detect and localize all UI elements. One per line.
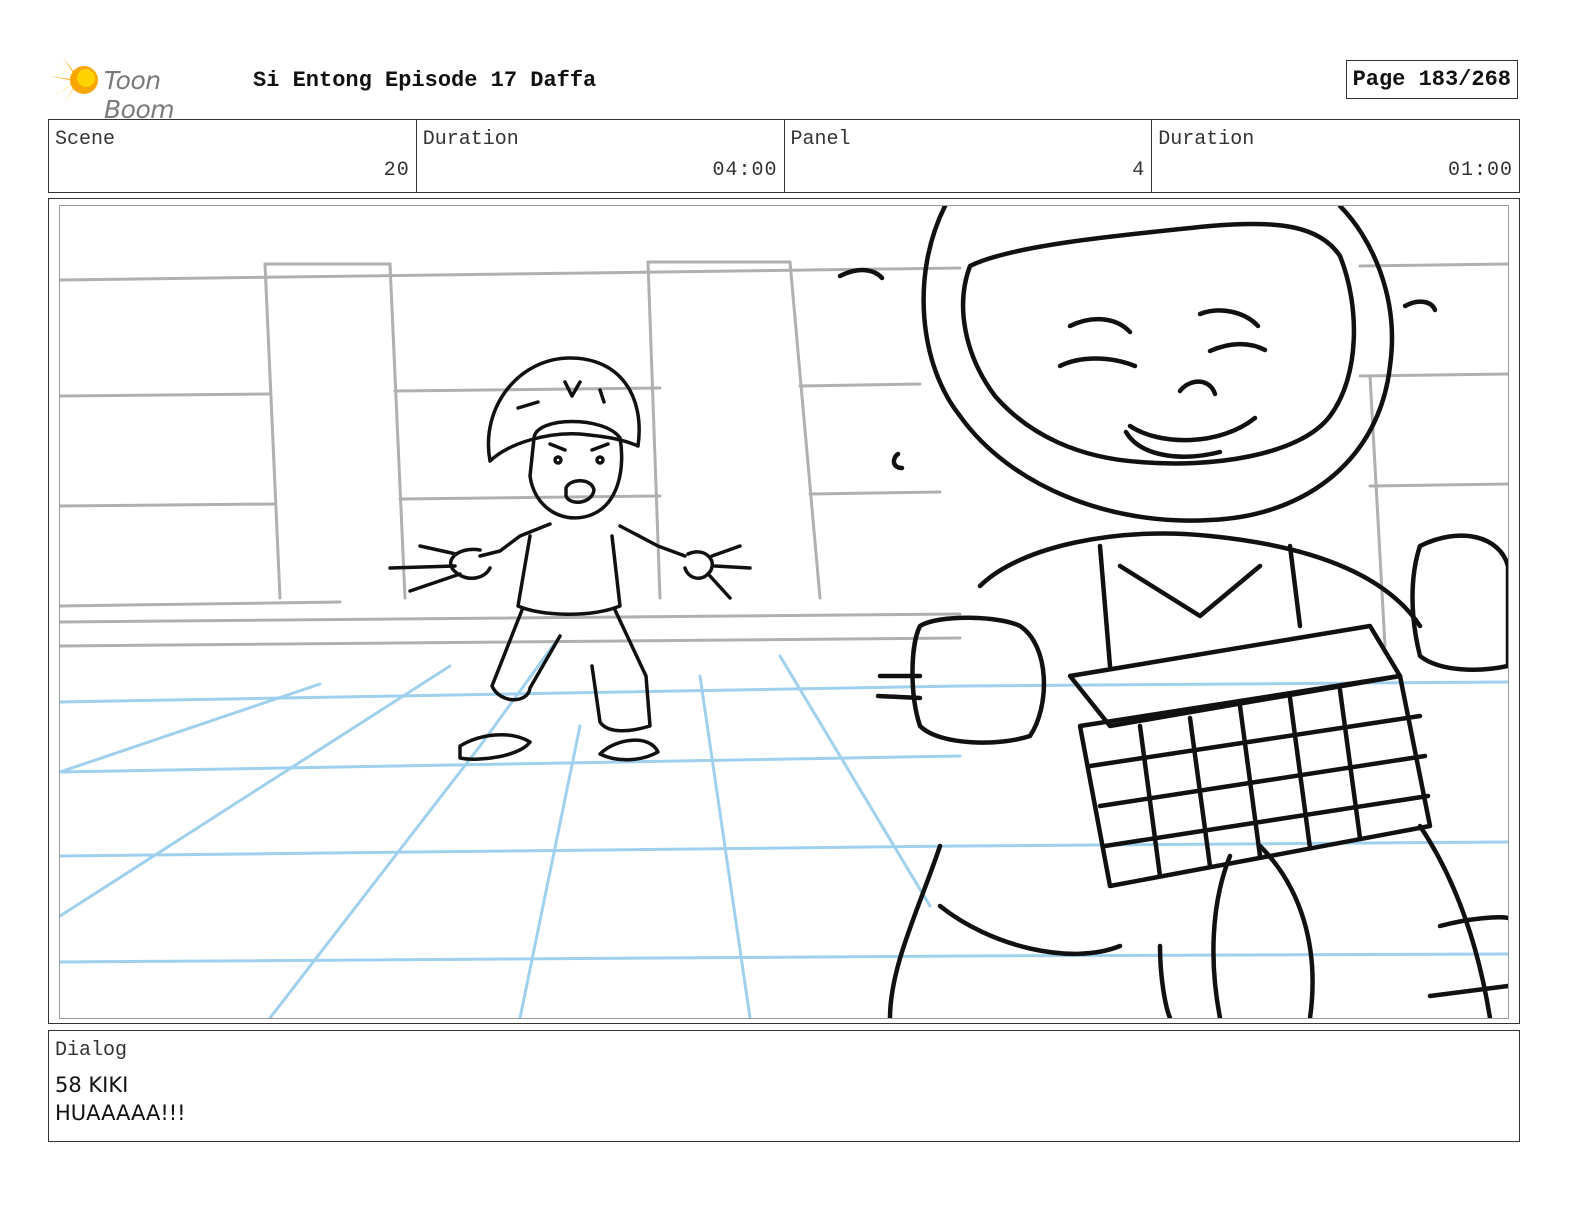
- page-indicator: Page 183/268: [1345, 60, 1518, 99]
- panel-number: 4: [1132, 159, 1146, 182]
- panel-duration-label: Duration: [1158, 128, 1255, 151]
- dialog-text: 58 KIKI HUAAAAA!!!: [55, 1071, 186, 1127]
- panel-frame: [48, 198, 1520, 1024]
- panel-drawing-area: [59, 205, 1509, 1019]
- scene-duration-cell: Duration 04:00: [417, 120, 785, 192]
- document-title: Si Entong Episode 17 Daffa: [253, 68, 597, 93]
- panel-cell: Panel 4: [785, 120, 1153, 192]
- scene-cell: Scene 20: [49, 120, 417, 192]
- dialog-line-speech: HUAAAAA!!!: [55, 1101, 186, 1125]
- scene-duration-value: 04:00: [712, 159, 778, 182]
- starburst-icon: [48, 56, 98, 104]
- panel-duration-cell: Duration 01:00: [1152, 120, 1519, 192]
- storyboard-sketch: [60, 206, 1508, 1018]
- rider-character-sketch: [837, 206, 1508, 1018]
- dialog-label: Dialog: [55, 1039, 128, 1062]
- storyboard-header: Toon Boom Si Entong Episode 17 Daffa Pag…: [48, 52, 1520, 124]
- scene-duration-label: Duration: [422, 128, 519, 151]
- scene-number: 20: [383, 159, 410, 182]
- toon-boom-logo: Toon Boom: [48, 54, 238, 124]
- child-character-sketch: [388, 356, 752, 762]
- scene-info-bar: Scene 20 Duration 04:00 Panel 4 Duration…: [48, 119, 1520, 193]
- panel-duration-value: 01:00: [1447, 159, 1513, 182]
- dialog-box: Dialog 58 KIKI HUAAAAA!!!: [48, 1030, 1520, 1142]
- panel-label: Panel: [790, 128, 851, 151]
- background-wall-sketch: [60, 260, 1508, 648]
- scene-label: Scene: [55, 128, 116, 151]
- logo-text: Toon Boom: [104, 66, 175, 124]
- dialog-line-speaker: 58 KIKI: [55, 1073, 129, 1097]
